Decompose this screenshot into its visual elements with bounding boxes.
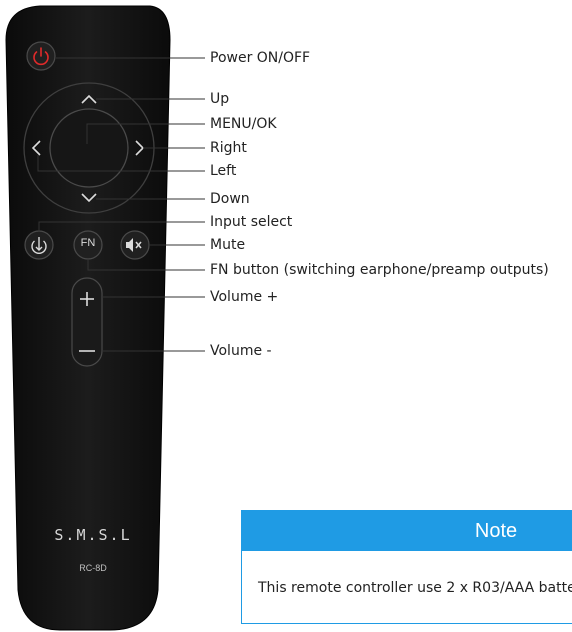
note-header: Note [242, 511, 572, 551]
note-box: Note This remote controller use 2 x R03/… [241, 510, 572, 624]
brand-logo: S.M.S.L [54, 526, 132, 544]
input-select-button[interactable] [24, 230, 54, 260]
label-power: Power ON/OFF [210, 50, 311, 66]
note-title: Note [474, 520, 518, 542]
volume-rocker [71, 277, 103, 367]
label-volume-down: Volume - [210, 343, 272, 359]
label-input-select: Input select [210, 214, 293, 230]
power-button[interactable] [26, 41, 56, 71]
label-down: Down [210, 191, 250, 207]
label-right: Right [210, 140, 247, 156]
label-left: Left [210, 163, 237, 179]
model-number: RC-8D [79, 563, 107, 573]
mute-button[interactable] [120, 230, 150, 260]
menu-ok-button[interactable] [49, 108, 129, 188]
label-up: Up [210, 91, 230, 107]
label-fn-button: FN button (switching earphone/preamp out… [210, 262, 549, 278]
label-volume-up: Volume + [210, 289, 279, 305]
label-mute: Mute [210, 237, 246, 253]
note-text: This remote controller use 2 x R03/AAA b… [258, 580, 572, 596]
fn-label: FN [80, 237, 96, 249]
label-menu-ok: MENU/OK [210, 116, 277, 132]
